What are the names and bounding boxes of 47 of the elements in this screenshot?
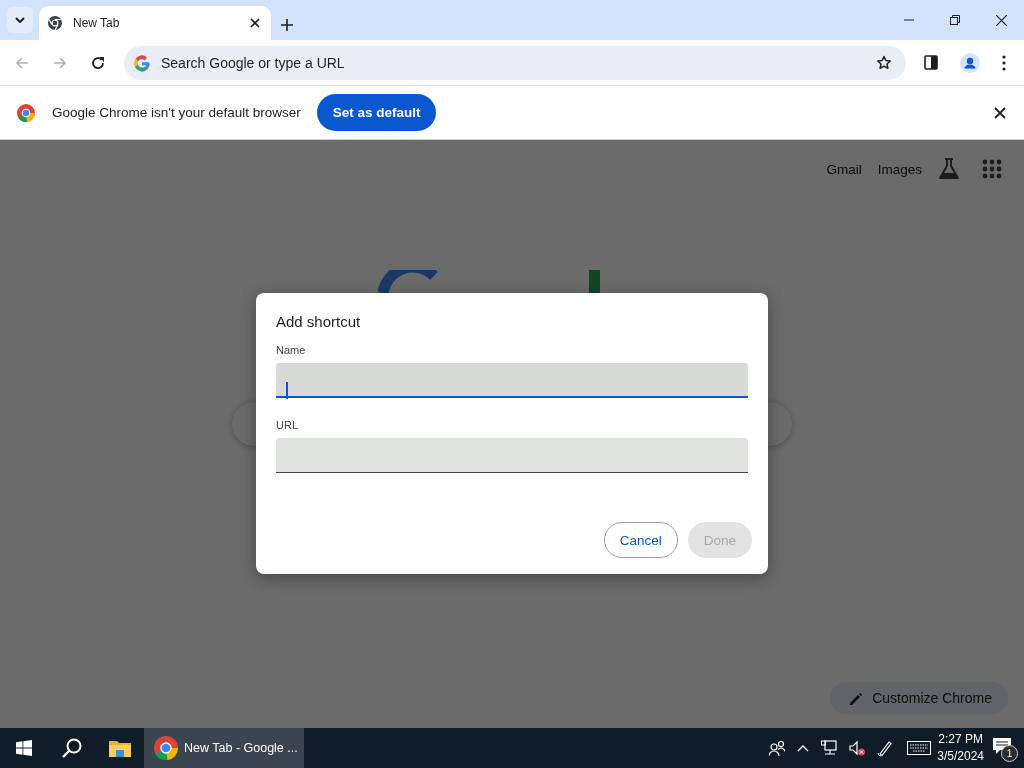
input-field[interactable] bbox=[276, 363, 748, 398]
keyboard-icon[interactable] bbox=[907, 741, 932, 755]
chevron-up-icon[interactable] bbox=[797, 744, 810, 752]
folder-icon[interactable] bbox=[109, 739, 131, 757]
tab-title: New Tab bbox=[73, 16, 121, 30]
reload-icon[interactable] bbox=[90, 54, 106, 71]
windows-start-icon[interactable] bbox=[16, 740, 32, 756]
default-browser-message: Google Chrome isn't your default browser bbox=[52, 105, 301, 120]
notifications-button[interactable]: 1 bbox=[992, 736, 1016, 760]
address-bar[interactable]: Search Google or type a URL bbox=[124, 45, 906, 80]
clock[interactable]: 2:27 PM 3/5/2024 bbox=[937, 731, 984, 765]
new-tab-button[interactable] bbox=[281, 19, 293, 31]
restore-icon[interactable] bbox=[950, 15, 960, 25]
header-link[interactable]: Gmail bbox=[826, 161, 862, 177]
clock-time: 2:27 PM bbox=[938, 731, 983, 748]
text-caret bbox=[286, 382, 288, 399]
caret-icon bbox=[15, 17, 25, 23]
header-link[interactable]: Images bbox=[877, 161, 922, 177]
chrome-logo-icon bbox=[154, 736, 178, 760]
close-icon[interactable] bbox=[249, 17, 261, 29]
star-icon[interactable] bbox=[876, 54, 892, 71]
field-label: Name bbox=[276, 344, 307, 356]
close-icon[interactable] bbox=[995, 14, 1007, 26]
close-icon[interactable] bbox=[994, 106, 1006, 119]
apps-grid-icon[interactable] bbox=[982, 159, 1002, 179]
people-icon[interactable] bbox=[769, 740, 786, 756]
tab-search-button[interactable] bbox=[7, 7, 33, 33]
side-panel-icon[interactable] bbox=[924, 55, 938, 70]
browser-tab[interactable]: New Tab bbox=[39, 6, 271, 40]
flask-icon[interactable] bbox=[938, 158, 960, 180]
search-icon[interactable] bbox=[62, 738, 82, 758]
profile-icon[interactable] bbox=[960, 52, 980, 73]
google-g-icon bbox=[133, 53, 151, 72]
set-as-default-button[interactable]: Set as default bbox=[316, 94, 437, 131]
clock-date: 3/5/2024 bbox=[937, 748, 984, 765]
dialog-button[interactable]: Cancel bbox=[603, 522, 678, 558]
menu-icon[interactable] bbox=[1002, 54, 1006, 71]
muted-speaker-icon[interactable] bbox=[849, 740, 866, 756]
input-field[interactable] bbox=[276, 438, 748, 473]
dialog-title: Add shortcut bbox=[276, 313, 362, 330]
network-icon[interactable] bbox=[821, 740, 838, 756]
chrome-logo-icon bbox=[17, 103, 35, 122]
taskbar-app-button[interactable]: New Tab - Google ... bbox=[144, 728, 304, 768]
notification-count: 1 bbox=[1001, 745, 1018, 762]
pencil-icon bbox=[848, 691, 863, 705]
chrome-icon bbox=[47, 15, 63, 31]
field-label: URL bbox=[276, 419, 299, 431]
